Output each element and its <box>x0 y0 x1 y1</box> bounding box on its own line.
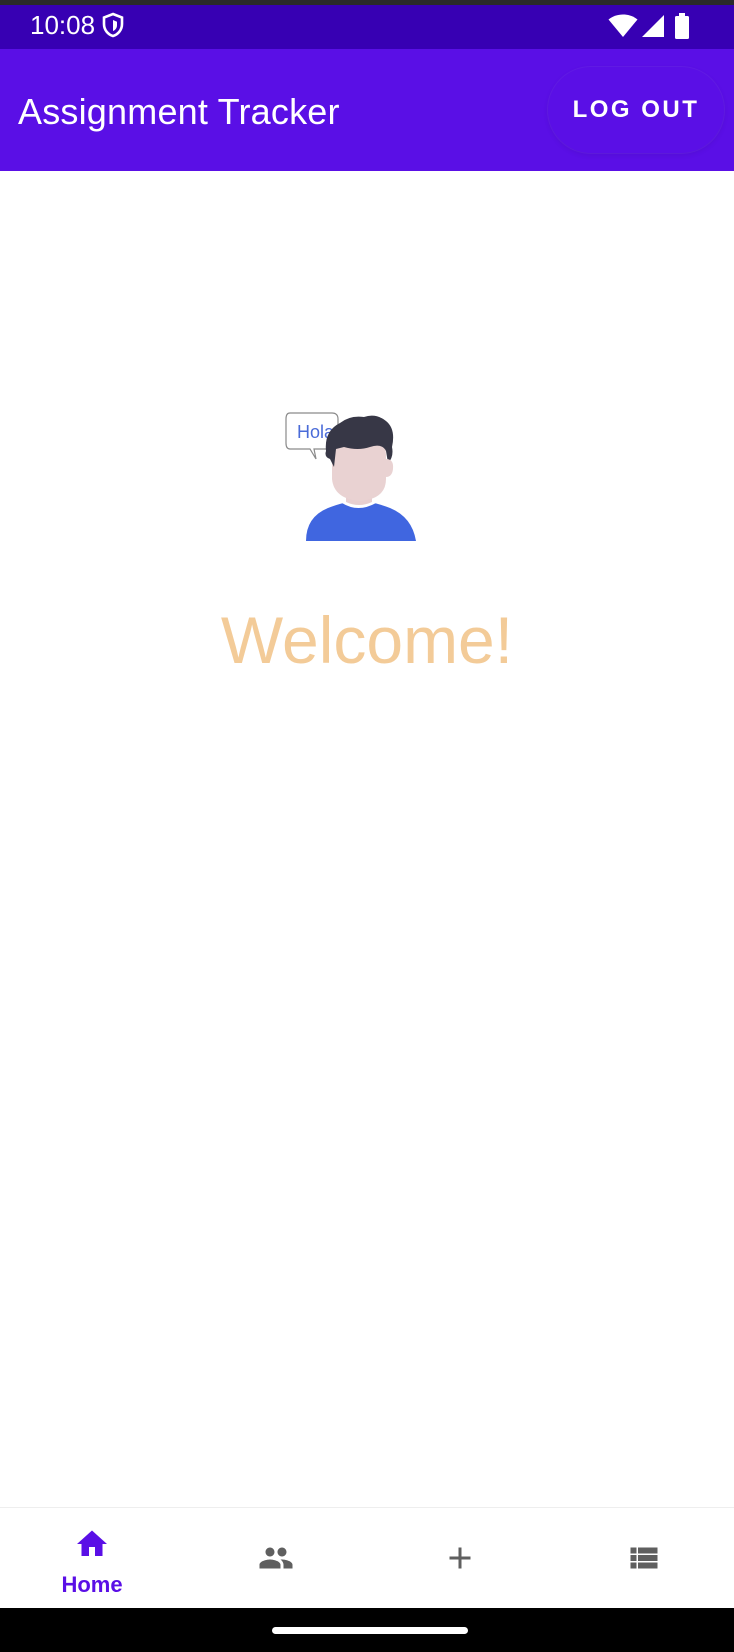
logout-button[interactable]: LOG OUT <box>548 67 724 153</box>
nav-item-people[interactable] <box>184 1508 368 1609</box>
wifi-icon <box>608 14 638 37</box>
nav-item-home-label: Home <box>61 1572 123 1597</box>
list-icon <box>630 1547 658 1569</box>
nav-item-add[interactable] <box>368 1508 552 1609</box>
people-icon <box>259 1547 293 1569</box>
status-time: 10:08 <box>30 10 96 40</box>
avatar-illustration: Hola <box>285 412 416 541</box>
signal-icon <box>642 15 664 37</box>
status-bar: 10:08 <box>0 0 734 49</box>
gesture-handle[interactable] <box>272 1627 468 1634</box>
welcome-text: Welcome! <box>220 603 514 677</box>
nav-item-list[interactable] <box>552 1508 734 1609</box>
shield-icon <box>102 12 124 38</box>
bottom-navigation: Home <box>0 1507 734 1608</box>
app-title: Assignment Tracker <box>18 91 340 132</box>
battery-icon <box>675 13 689 39</box>
gesture-navigation-area <box>0 1608 734 1652</box>
main-content: Hola Welcome! <box>0 171 734 1507</box>
status-bar-top-line <box>0 0 734 5</box>
nav-item-home[interactable]: Home <box>0 1508 184 1609</box>
add-icon <box>449 1547 471 1569</box>
app-bar: Assignment Tracker LOG OUT <box>0 49 734 171</box>
home-icon <box>77 1530 107 1556</box>
